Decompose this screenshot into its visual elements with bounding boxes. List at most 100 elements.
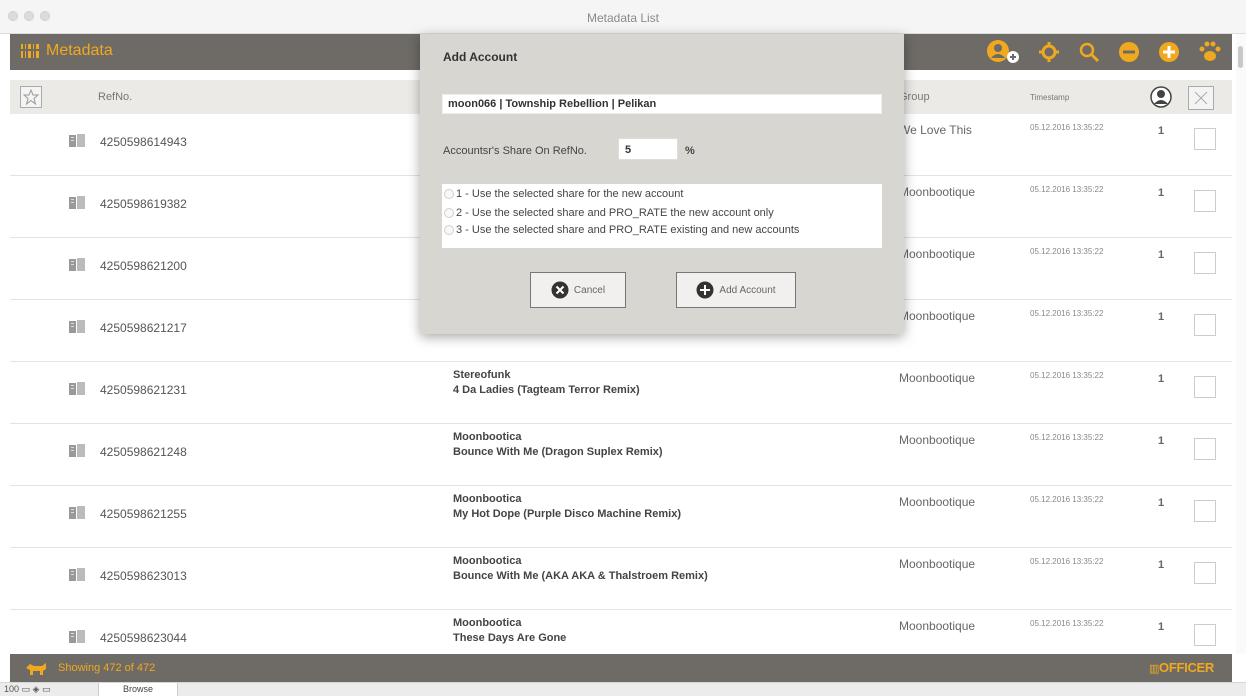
row-timestamp: 05.12.2016 13:35:22 [1030,309,1104,318]
option-2[interactable]: 2 - Use the selected share and PRO_RATE … [444,207,774,219]
table-row[interactable]: 4250598621231 Stereofunk 4 Da Ladies (Tagt… [10,362,1232,424]
row-account-count: 1 [1158,621,1165,633]
clear-selection-button[interactable] [1188,86,1214,110]
record-icon [68,443,86,464]
add-account-dialog: Add Account moon066 | Township Rebellion… [420,34,904,334]
record-icon [68,195,86,216]
table-row[interactable]: 4250598623044 Moonbootica These Days Are G… [10,610,1232,654]
option-3[interactable]: 3 - Use the selected share and PRO_RATE … [444,224,799,236]
row-artist: Stereofunk [453,369,511,381]
row-timestamp: 05.12.2016 13:35:22 [1030,123,1104,132]
vertical-scrollbar[interactable] [1236,34,1246,654]
share-options: 1 - Use the selected share for the new a… [442,184,882,248]
header-account-count[interactable] [1150,86,1172,111]
row-refno: 4250598621200 [100,259,187,273]
row-checkbox[interactable] [1194,314,1216,336]
dog-icon [26,663,46,675]
row-account-count: 1 [1158,125,1165,137]
row-group: We Love This [899,123,972,137]
remove-icon[interactable] [1118,41,1140,63]
row-group: Moonbootique [899,495,976,509]
row-timestamp: 05.12.2016 13:35:22 [1030,371,1104,380]
header-refno[interactable]: RefNo. [98,91,132,103]
row-group: Moonbootique [899,309,976,323]
row-checkbox[interactable] [1194,562,1216,584]
row-timestamp: 05.12.2016 13:35:22 [1030,247,1104,256]
row-checkbox[interactable] [1194,624,1216,646]
row-checkbox[interactable] [1194,190,1216,212]
window-title: Metadata List [586,11,660,25]
paw-icon[interactable] [1198,40,1222,64]
search-icon[interactable] [1078,41,1100,63]
close-icon [1194,91,1208,105]
settings-icon[interactable] [1038,41,1060,63]
favorite-filter-button[interactable] [20,86,42,108]
toolbar-actions [968,34,1222,70]
row-checkbox[interactable] [1194,438,1216,460]
share-field[interactable]: 5 [618,138,678,160]
radio-option-2[interactable] [444,208,454,218]
record-icon [68,567,86,588]
row-account-count: 1 [1158,187,1165,199]
cancel-icon [551,281,569,299]
row-timestamp: 05.12.2016 13:35:22 [1030,495,1104,504]
add-circle-icon [696,281,714,299]
add-icon[interactable] [1158,41,1180,63]
row-timestamp: 05.12.2016 13:35:22 [1030,185,1104,194]
record-icon [68,381,86,402]
header-timestamp[interactable]: Timestamp [1030,93,1069,102]
option-1[interactable]: 1 - Use the selected share for the new a… [444,188,683,200]
status-bar: Showing 472 of 472 ▥OFFICER [10,654,1232,682]
row-timestamp: 05.12.2016 13:35:22 [1030,433,1104,442]
row-track: These Days Are Gone [453,632,567,644]
row-track: My Hot Dope (Purple Disco Machine Remix) [453,508,681,520]
row-group: Moonbootique [899,371,976,385]
table-row[interactable]: 4250598621248 Moonbootica Bounce With Me (… [10,424,1232,486]
cancel-button[interactable]: Cancel [530,272,626,308]
row-artist: Moonbootica [453,555,522,567]
row-refno: 4250598623044 [100,631,187,645]
officer-logo: ▥OFFICER [1148,660,1214,675]
radio-option-1[interactable] [444,189,454,199]
row-group: Moonbootique [899,247,976,261]
radio-option-3[interactable] [444,225,454,235]
row-refno: 4250598621231 [100,383,187,397]
option-2-label: 2 - Use the selected share and PRO_RATE … [456,207,774,219]
toolbar-title: Metadata [46,42,113,59]
row-checkbox[interactable] [1194,128,1216,150]
record-icon [68,257,86,278]
row-artist: Moonbootica [453,431,522,443]
row-artist: Moonbootica [453,617,522,629]
row-checkbox[interactable] [1194,252,1216,274]
row-group: Moonbootique [899,185,976,199]
record-icon [68,629,86,650]
row-account-count: 1 [1158,559,1165,571]
row-refno: 4250598621255 [100,507,187,521]
add-account-icon[interactable] [986,39,1020,65]
table-row[interactable]: 4250598621255 Moonbootica My Hot Dope (Pur… [10,486,1232,548]
row-account-count: 1 [1158,373,1165,385]
row-checkbox[interactable] [1194,500,1216,522]
row-account-count: 1 [1158,249,1165,261]
zoom-level[interactable]: 100 ▭ ◈ ▭ [4,684,50,695]
row-refno: 4250598614943 [100,135,187,149]
account-field[interactable]: moon066 | Township Rebellion | Pelikan [442,94,882,114]
row-checkbox[interactable] [1194,376,1216,398]
record-icon [68,133,86,154]
row-refno: 4250598621217 [100,321,187,335]
add-account-button[interactable]: Add Account [676,272,796,308]
browse-mode-tab[interactable]: Browse [98,683,178,696]
barcode-icon [20,44,40,58]
percent-label: % [685,145,695,157]
star-icon [23,89,39,105]
scrollbar-thumb[interactable] [1238,46,1243,68]
row-track: 4 Da Ladies (Tagteam Terror Remix) [453,384,640,396]
row-account-count: 1 [1158,435,1165,447]
add-account-label: Add Account [719,284,776,296]
bottom-strip: 100 ▭ ◈ ▭ Browse [0,682,1246,696]
row-account-count: 1 [1158,311,1165,323]
dialog-title: Add Account [443,50,518,64]
window-titlebar: Metadata List [0,0,1246,34]
table-row[interactable]: 4250598623013 Moonbootica Bounce With Me (… [10,548,1232,610]
toolbar-brand: Metadata [20,41,113,61]
